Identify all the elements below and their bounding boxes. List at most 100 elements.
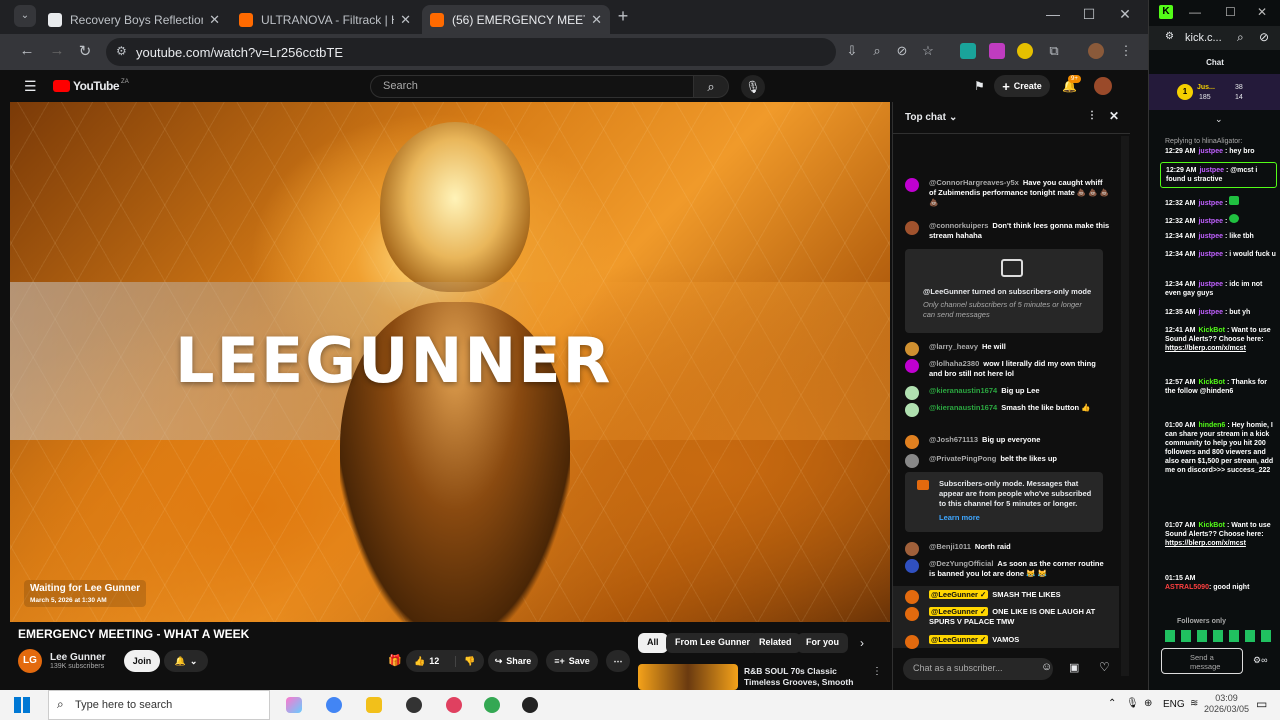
like-button[interactable]: 👍 [414, 656, 425, 667]
save-button[interactable]: ≡+ Save [546, 650, 598, 672]
subscribed-bell-button[interactable]: 🔔 ⌄ [164, 650, 208, 672]
more-actions-button[interactable]: ⋯ [606, 650, 630, 672]
tray-chevron-icon[interactable]: ⌃ [1108, 698, 1116, 709]
chat-settings-icon[interactable]: ⚙∞ [1253, 655, 1267, 666]
install-icon[interactable]: ⇩ [844, 43, 860, 59]
join-button[interactable]: Join [124, 650, 160, 672]
hamburger-menu-icon[interactable]: ☰ [24, 78, 37, 95]
obs-icon[interactable] [406, 697, 422, 713]
chat-menu-icon[interactable]: ⋮ [1087, 110, 1097, 121]
copilot-icon[interactable] [286, 697, 302, 713]
address-bar[interactable]: ⚙ youtube.com/watch?v=Lr256cctbTE [106, 38, 836, 66]
heart-icon[interactable]: ♡ [1099, 660, 1110, 674]
cast-icon[interactable]: ⚑ [974, 79, 985, 93]
close-tab-icon[interactable]: ✕ [209, 12, 220, 28]
back-button[interactable]: ← [16, 42, 38, 59]
video-title: EMERGENCY MEETING - WHAT A WEEK [18, 627, 250, 641]
clock[interactable]: 03:09 2026/03/05 [1204, 693, 1249, 715]
emoji-icon[interactable]: ☺ [1041, 661, 1052, 673]
video-player[interactable]: LEEGUNNER Waiting for Lee Gunner March 5… [10, 102, 890, 622]
create-button[interactable]: + Create [994, 75, 1050, 97]
youtube-page: ☰ YouTube ZA Search ⌕ 🎙 ⚑ + Create 🔔 9+ … [0, 70, 1148, 698]
chip-all[interactable]: All [638, 633, 668, 653]
minimize-button[interactable]: — [1189, 5, 1201, 19]
dislike-button[interactable]: 👎 [455, 655, 475, 667]
profile-avatar[interactable] [1088, 43, 1104, 59]
kick-address-bar[interactable]: ⚙ kick.c... ⌕ ⊘ [1149, 26, 1280, 50]
microphone-icon[interactable]: 🎙 [1126, 698, 1139, 709]
chat-input[interactable]: Chat as a subscriber... [903, 658, 1053, 680]
top-chat-dropdown[interactable]: Top chat [905, 112, 946, 123]
kick-message: 12:32 AM justpee: [1165, 214, 1279, 226]
maximize-button[interactable]: ☐ [1225, 5, 1236, 19]
recommended-menu-icon[interactable]: ⋮ [872, 666, 882, 677]
tab-ultranova[interactable]: ULTRANOVA - Filtrack | HÖ ✕ [231, 5, 419, 34]
windows-taskbar: ⌕ Type here to search ⌃ 🎙 ⊕ ENG ≋ 03:09 … [0, 690, 1280, 720]
channel-avatar[interactable]: LG [18, 649, 42, 673]
close-window-button[interactable]: ✕ [1257, 5, 1267, 19]
kick-message: 12:35 AM justpee: but yh [1165, 309, 1251, 316]
extension-icon[interactable] [989, 43, 1005, 59]
close-chat-icon[interactable]: ✕ [1109, 109, 1119, 123]
file-explorer-icon[interactable] [366, 697, 382, 713]
notifications-icon[interactable]: ▭ [1256, 697, 1267, 711]
youtube-logo[interactable]: YouTube ZA [53, 79, 129, 93]
send-message-input[interactable]: Send a message [1161, 648, 1243, 674]
browser-menu-icon[interactable]: ⋮ [1118, 43, 1134, 59]
sound-alerts-link[interactable]: https://blerp.com/x/mcst [1165, 345, 1246, 352]
close-tab-icon[interactable]: ✕ [400, 12, 411, 28]
share-button[interactable]: ↪ Share [488, 650, 538, 672]
chip-for-you[interactable]: For you [797, 633, 848, 653]
tab-search-chevron-icon[interactable]: ⌄ [14, 5, 36, 27]
windows-start-icon[interactable] [14, 697, 30, 713]
chat-scrollbar[interactable] [1121, 136, 1129, 676]
wifi-icon[interactable]: ≋ [1190, 698, 1198, 709]
app-icon[interactable] [522, 697, 538, 713]
owner-avatar [905, 635, 919, 649]
maximize-button[interactable]: ☐ [1074, 6, 1104, 23]
forward-button[interactable]: → [46, 42, 68, 59]
gift-icon[interactable]: 🎁 [388, 654, 402, 667]
live-chat-panel: Top chat ⌄ ⋮ ✕ @ConnorHargreaves-y5x Have … [892, 102, 1130, 690]
reload-button[interactable]: ↻ [74, 42, 96, 60]
chip-from-lee-gunner[interactable]: From Lee Gunner [666, 633, 760, 653]
zoom-icon[interactable]: ⌕ [869, 43, 885, 59]
minimize-button[interactable]: — [1038, 6, 1068, 22]
pinned-user-card: 1 Jus... 38 185 14 [1149, 74, 1280, 110]
app-icon[interactable] [446, 697, 462, 713]
bookmark-star-icon[interactable]: ☆ [920, 43, 936, 59]
chrome-icon[interactable] [326, 697, 342, 713]
search-button[interactable]: ⌕ [693, 75, 729, 98]
extension-icon[interactable] [1017, 43, 1033, 59]
account-avatar[interactable] [1094, 77, 1112, 95]
chip-related[interactable]: Related [750, 633, 801, 653]
site-settings-icon[interactable]: ⚙ [1165, 31, 1174, 42]
kick-message: 01:07 AM KickBot: Want to use Sound Alert… [1165, 522, 1271, 547]
emote-bar[interactable] [1165, 630, 1277, 642]
search-input[interactable]: Search [370, 75, 694, 98]
eye-off-icon[interactable]: ⊘ [1259, 30, 1269, 44]
recommended-thumbnail[interactable] [638, 664, 738, 690]
learn-more-link[interactable]: Learn more [939, 513, 1093, 523]
kick-message: 12:29 AM justpee: hey bro [1165, 148, 1255, 155]
tab-emergency-meeting[interactable]: (56) EMERGENCY MEETING ✕ [422, 5, 610, 34]
tab-recovery-boys[interactable]: Recovery Boys Reflection ✕ [40, 5, 228, 34]
sound-alerts-link[interactable]: https://blerp.com/x/mcst [1165, 540, 1246, 547]
chips-next-icon[interactable]: › [860, 636, 864, 650]
channel-name[interactable]: Lee Gunner [50, 652, 106, 663]
taskbar-search-box[interactable]: ⌕ Type here to search [48, 690, 270, 720]
zoom-icon[interactable]: ⌕ [1237, 30, 1244, 45]
chevron-down-icon[interactable]: ⌄ [949, 112, 957, 123]
eye-off-icon[interactable]: ⊘ [894, 43, 910, 59]
voice-search-icon[interactable]: 🎙 [741, 75, 765, 99]
close-window-button[interactable]: ✕ [1110, 6, 1140, 23]
extension-icon[interactable] [960, 43, 976, 59]
super-chat-icon[interactable]: ▣ [1069, 661, 1079, 674]
chevron-down-icon[interactable]: ⌄ [1215, 114, 1223, 125]
new-tab-button[interactable]: + [612, 6, 634, 27]
close-tab-icon[interactable]: ✕ [591, 12, 602, 28]
extensions-puzzle-icon[interactable]: ⧉ [1046, 43, 1062, 59]
chrome-icon[interactable] [484, 697, 500, 713]
network-icon[interactable]: ⊕ [1144, 698, 1152, 709]
site-info-icon[interactable]: ⚙ [116, 44, 127, 58]
